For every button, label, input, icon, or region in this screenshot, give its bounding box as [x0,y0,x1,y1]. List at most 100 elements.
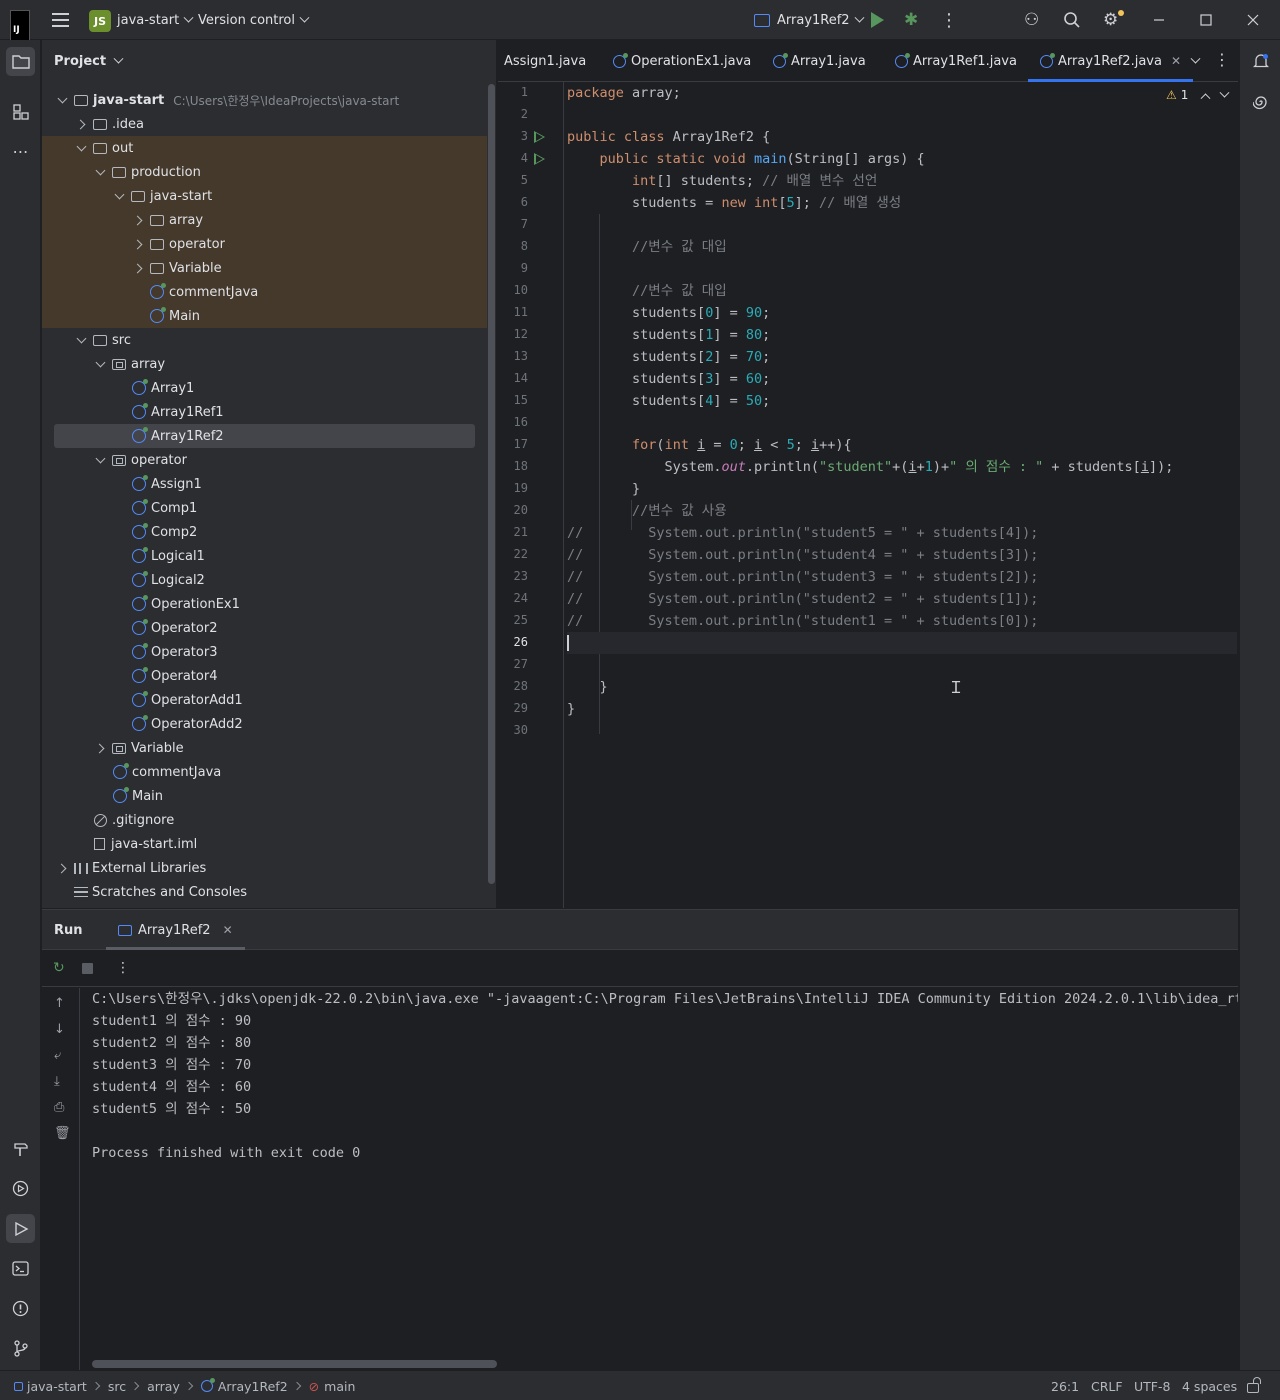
tree-item-operatoradd1[interactable]: OperatorAdd1 [42,688,487,712]
tree-item-array1ref2[interactable]: Array1Ref2 [54,424,475,448]
console-output[interactable]: C:\Users\한정우\.jdks\openjdk-22.0.2\bin\ja… [92,988,1238,1348]
chevron-right-icon[interactable] [56,862,68,874]
tree-item-out[interactable]: out [42,136,487,160]
problems-tool-button[interactable] [6,1294,35,1323]
tree-item-external-libraries[interactable]: External Libraries [42,856,487,880]
code-editor[interactable]: package array; public class Array1Ref2 {… [567,82,1237,908]
console-horizontal-scrollbar[interactable] [92,1360,497,1368]
tree-item-array1ref1[interactable]: Array1Ref1 [42,400,487,424]
tree-item-src-main[interactable]: Main [42,784,487,808]
print-icon[interactable]: ⎙ [54,1100,64,1115]
project-scrollbar[interactable] [488,84,495,884]
chevron-down-icon[interactable] [75,334,87,346]
tab-array1ref2[interactable]: Array1Ref2.java ✕ [1027,40,1194,82]
settings-button[interactable]: ⚙ [1103,0,1124,40]
readonly-toggle[interactable] [1247,1371,1261,1400]
tree-item-comp1[interactable]: Comp1 [42,496,487,520]
more-actions-button[interactable]: ⋮ [940,0,958,40]
ai-assistant-button[interactable] [1246,87,1275,116]
project-tool-button[interactable] [6,47,35,76]
tree-item-operator3[interactable]: Operator3 [42,640,487,664]
caret-position[interactable]: 26:1 [1051,1371,1079,1400]
stop-button[interactable] [82,963,93,974]
terminal-tool-button[interactable] [6,1254,35,1283]
scroll-to-end-icon[interactable]: ⤓ [54,1074,60,1089]
run-configuration-selector[interactable]: Array1Ref2 [754,0,865,40]
run-class-gutter-icon[interactable] [534,131,545,143]
tab-operationex1[interactable]: OperationEx1.java [613,40,751,82]
run-main-gutter-icon[interactable] [534,153,545,165]
arrow-down-icon[interactable]: ↓ [54,1022,65,1037]
breadcrumb-item[interactable]: java-start [27,1379,87,1394]
tree-item-out-commentjava[interactable]: commentJava [42,280,487,304]
tree-item-assign1[interactable]: Assign1 [42,472,487,496]
tree-item-package-variable[interactable]: Variable [42,736,487,760]
run-tab-array1ref2[interactable]: Array1Ref2 ✕ [106,910,245,950]
tree-item-out-variable[interactable]: Variable [42,256,487,280]
main-menu-icon[interactable] [50,0,70,40]
run-tool-button[interactable] [6,1214,35,1243]
breadcrumb-item[interactable]: array [147,1379,180,1394]
chevron-down-icon[interactable] [56,94,68,106]
chevron-right-icon[interactable] [94,742,106,754]
line-ending[interactable]: CRLF [1091,1371,1123,1400]
tree-item-package-array[interactable]: array [42,352,487,376]
maximize-window-button[interactable] [1200,0,1212,40]
close-icon[interactable]: ✕ [223,923,233,937]
tree-item-logical2[interactable]: Logical2 [42,568,487,592]
tree-item-operator4[interactable]: Operator4 [42,664,487,688]
tree-item-java-start-out[interactable]: java-start [42,184,487,208]
project-panel-header[interactable]: Project [54,53,124,69]
search-everywhere-button[interactable] [1063,0,1081,40]
tree-item-idea[interactable]: .idea [42,112,487,136]
chevron-right-icon[interactable] [75,118,87,130]
breadcrumb-item[interactable]: src [108,1379,126,1394]
tree-item-out-main[interactable]: Main [42,304,487,328]
chevron-down-icon[interactable] [113,190,125,202]
minimize-window-button[interactable] [1153,0,1165,40]
tree-item-iml[interactable]: java-start.iml [42,832,487,856]
code-with-me-button[interactable]: ⚇ [1024,0,1039,40]
run-options-button[interactable]: ⋮ [116,960,130,976]
soft-wrap-icon[interactable]: ⤶ [54,1048,61,1063]
tab-options-button[interactable]: ⋮ [1214,50,1230,69]
build-tool-button[interactable] [6,1134,35,1163]
indent-setting[interactable]: 4 spaces [1182,1371,1237,1400]
breadcrumb-item[interactable]: main [324,1379,355,1394]
more-tools-button[interactable]: ⋯ [6,137,35,166]
tree-item-operatoradd2[interactable]: OperatorAdd2 [42,712,487,736]
rerun-button[interactable]: ↻ [53,960,65,976]
tree-item-operator2[interactable]: Operator2 [42,616,487,640]
tree-item-logical1[interactable]: Logical1 [42,544,487,568]
tab-array1ref1[interactable]: Array1Ref1.java [895,40,1017,82]
arrow-up-icon[interactable]: ↑ [54,996,65,1011]
version-control-menu[interactable]: Version control [198,0,310,40]
tree-item-src[interactable]: src [42,328,487,352]
chevron-right-icon[interactable] [132,238,144,250]
chevron-right-icon[interactable] [132,262,144,274]
notifications-button[interactable] [1246,47,1275,76]
tree-item-src-commentjava[interactable]: commentJava [42,760,487,784]
tree-item-array1[interactable]: Array1 [42,376,487,400]
tree-item-operationex1[interactable]: OperationEx1 [42,592,487,616]
tree-item-production[interactable]: production [42,160,487,184]
project-switcher[interactable]: java-start [117,0,194,40]
close-window-button[interactable] [1247,0,1259,40]
project-badge[interactable]: JS [89,10,111,32]
tree-item-gitignore[interactable]: .gitignore [42,808,487,832]
chevron-down-icon[interactable] [94,166,106,178]
tree-item-out-array[interactable]: array [42,208,487,232]
tree-item-java-start-root[interactable]: java-start C:\Users\한정우\IdeaProjects\jav… [42,88,487,112]
git-tool-button[interactable] [6,1334,35,1363]
file-encoding[interactable]: UTF-8 [1134,1371,1170,1400]
structure-tool-button[interactable] [6,97,35,126]
tab-array1[interactable]: Array1.java [773,40,866,82]
tree-item-scratches[interactable]: Scratches and Consoles [42,880,487,904]
tree-item-package-operator[interactable]: operator [42,448,487,472]
tab-list-button[interactable] [1186,53,1201,69]
chevron-down-icon[interactable] [94,454,106,466]
run-button[interactable] [871,0,884,40]
tree-item-out-operator[interactable]: operator [42,232,487,256]
chevron-down-icon[interactable] [75,142,87,154]
debug-button[interactable]: ✱ [904,0,918,40]
